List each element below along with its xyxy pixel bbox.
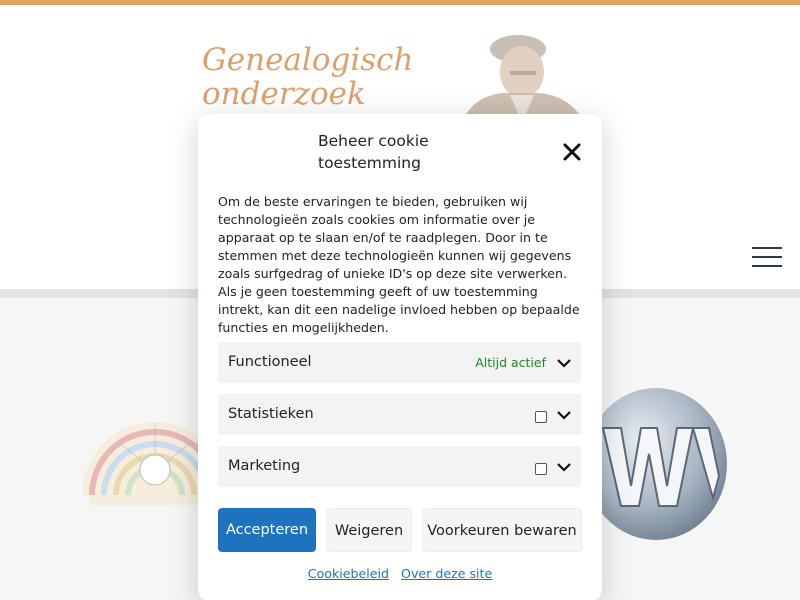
cookie-dialog-message: Om de beste ervaringen te bieden, gebrui… [218,194,580,335]
save-preferences-button[interactable]: Voorkeuren bewaren [422,508,582,552]
cookie-dialog-title: Beheer cookie toestemming [318,132,429,172]
hamburger-line [752,265,782,267]
category-label: Functioneel [228,354,312,370]
www-globe-image[interactable] [585,388,727,540]
site-title[interactable]: Genealogisch onderzoek [202,43,413,111]
chevron-down-icon[interactable] [556,461,572,473]
category-label: Marketing [228,458,301,474]
cookie-policy-link[interactable]: Cookiebeleid [308,566,389,581]
marketing-checkbox[interactable] [535,463,547,475]
hamburger-line [752,256,782,258]
site-title-line-1: Genealogisch [202,42,414,78]
chevron-down-icon[interactable] [556,409,572,421]
category-statistieken[interactable]: Statistieken [218,394,581,435]
hamburger-menu-icon[interactable] [752,247,782,267]
dialog-footer-links: Cookiebeleid Over deze site [198,566,602,581]
category-marketing[interactable]: Marketing [218,446,581,487]
category-label: Statistieken [228,406,314,422]
chevron-down-icon[interactable] [556,357,572,369]
close-icon[interactable] [560,140,584,164]
statistieken-checkbox[interactable] [535,411,547,423]
hamburger-line [752,247,782,249]
category-functioneel[interactable]: Functioneel Altijd actief [218,342,581,383]
deny-button[interactable]: Weigeren [326,508,412,552]
portrait-image [460,35,586,127]
site-title-line-2: onderzoek [202,76,366,112]
cookie-consent-dialog: Beheer cookie toestemming Om de beste er… [198,114,602,600]
about-site-link[interactable]: Over deze site [401,566,492,581]
always-active-status: Altijd actief [475,355,546,370]
accept-button[interactable]: Accepteren [218,508,316,552]
